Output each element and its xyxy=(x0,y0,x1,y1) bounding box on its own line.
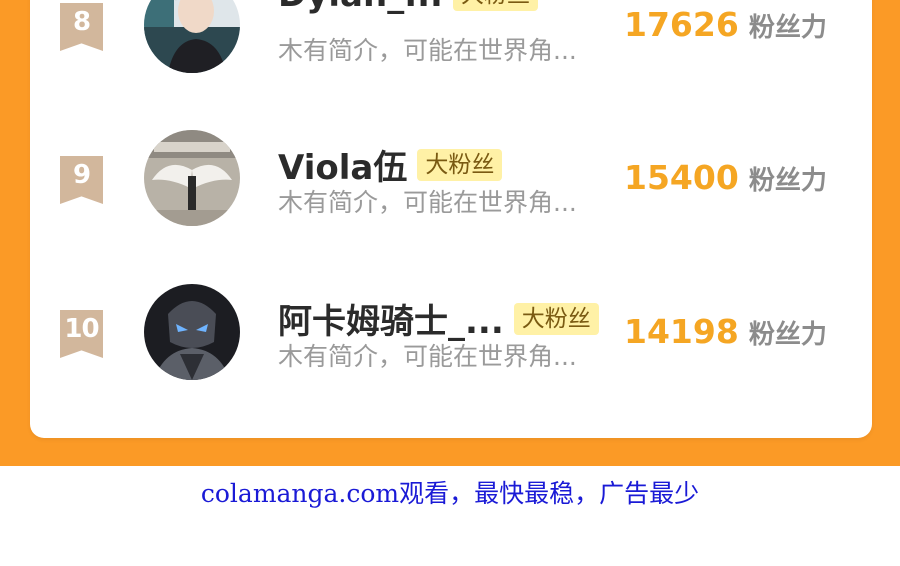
avatar[interactable] xyxy=(144,284,240,380)
fan-level-badge: 大粉丝 xyxy=(417,148,503,181)
ranking-row[interactable]: 8 Dylan_... 大粉丝 木有简介，可能在世界角... 17626 粉丝力 xyxy=(0,0,900,75)
ranking-row[interactable]: 9 Viola伍 大粉丝 木有简介，可能在世界角... 15400 粉丝力 xyxy=(0,128,900,228)
fan-power-label: 粉丝力 xyxy=(748,320,827,350)
rank-badge: 9 xyxy=(60,156,103,204)
avatar[interactable] xyxy=(144,130,240,226)
fan-power-value: 14198 xyxy=(624,312,739,351)
username[interactable]: Viola伍 xyxy=(278,140,407,189)
fan-power-label: 粉丝力 xyxy=(748,166,827,196)
user-bio: 木有简介，可能在世界角... xyxy=(278,36,577,65)
fan-level-badge: 大粉丝 xyxy=(452,0,538,11)
fan-power-label: 粉丝力 xyxy=(748,13,827,43)
user-bio: 木有简介，可能在世界角... xyxy=(278,188,577,217)
fan-power-value: 17626 xyxy=(624,5,739,44)
ranking-row[interactable]: 10 阿卡姆骑士_... 大粉丝 木有简介，可能在世界角... 14198 粉丝… xyxy=(0,282,900,382)
rank-badge: 10 xyxy=(60,310,103,358)
rank-badge: 8 xyxy=(60,3,103,51)
site-watermark-link[interactable]: colamanga.com观看，最快最稳，广告最少 xyxy=(0,474,900,510)
fan-power-value: 15400 xyxy=(624,158,739,197)
avatar[interactable] xyxy=(144,0,240,73)
username[interactable]: 阿卡姆骑士_... xyxy=(278,294,504,343)
username[interactable]: Dylan_... xyxy=(278,0,443,15)
fan-level-badge: 大粉丝 xyxy=(513,302,599,335)
user-bio: 木有简介，可能在世界角... xyxy=(278,342,577,371)
